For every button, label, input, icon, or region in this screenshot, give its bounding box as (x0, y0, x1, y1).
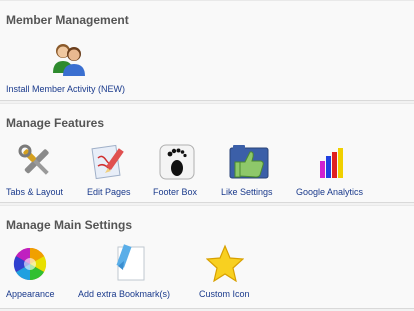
footprint-icon (159, 144, 195, 180)
footer-box-label: Footer Box (153, 187, 198, 197)
appearance-label: Appearance (6, 289, 55, 299)
custom-icon-label: Custom Icon (199, 289, 250, 299)
custom-icon-item[interactable]: Custom Icon (195, 244, 265, 304)
color-wheel-icon (13, 247, 47, 281)
edit-pages-label: Edit Pages (87, 187, 131, 197)
edit-pages-icon (91, 144, 124, 180)
thumbs-up-icon (229, 145, 269, 179)
footer-box-item[interactable]: Footer Box (150, 144, 215, 200)
like-settings-label: Like Settings (221, 187, 273, 197)
install-member-activity-label: Install Member Activity (NEW) (6, 84, 126, 94)
google-analytics-item[interactable]: Google Analytics (292, 144, 377, 200)
add-extra-bookmark-label: Add extra Bookmark(s) (78, 289, 171, 299)
appearance-item[interactable]: Appearance (0, 246, 70, 304)
tabs-layout-label: Tabs & Layout (6, 187, 64, 197)
members-icon (53, 44, 85, 76)
section-title: Manage Main Settings (6, 218, 133, 232)
section-manage-main-settings: Manage Main Settings Appearance Add extr… (0, 205, 414, 309)
bookmark-icon (116, 244, 145, 281)
like-settings-item[interactable]: Like Settings (217, 144, 287, 200)
tabs-layout-item[interactable]: Tabs & Layout (0, 144, 75, 200)
section-title: Manage Features (6, 116, 105, 130)
edit-pages-item[interactable]: Edit Pages (80, 144, 145, 200)
install-member-activity-item[interactable]: Install Member Activity (NEW) (0, 41, 150, 97)
google-analytics-label: Google Analytics (296, 187, 364, 197)
section-member-management: Member Management Install Member Activit… (0, 0, 414, 101)
star-icon (206, 244, 244, 282)
bar-chart-icon (320, 148, 343, 178)
add-extra-bookmark-item[interactable]: Add extra Bookmark(s) (75, 244, 185, 304)
tools-icon (18, 144, 49, 175)
section-manage-features: Manage Features Tabs & Layout Edit Pages (0, 103, 414, 203)
section-title: Member Management (6, 13, 129, 27)
